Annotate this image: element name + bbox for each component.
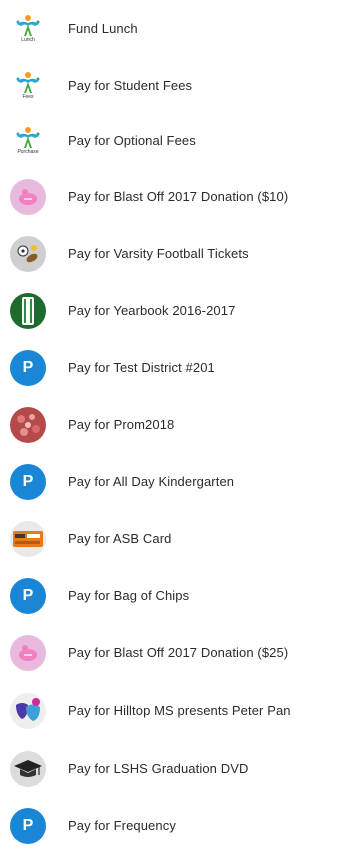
list-item-label: Pay for Test District #201 [68, 360, 215, 375]
list-item-label: Pay for Blast Off 2017 Donation ($25) [68, 645, 289, 660]
masks-icon [10, 692, 46, 729]
school-logo-icon: Fees [10, 68, 46, 104]
sports-balls-icon [10, 235, 46, 272]
asb-card-icon [10, 520, 46, 557]
letter-avatar-icon: P [10, 577, 46, 614]
list-item-label: Pay for Blast Off 2017 Donation ($10) [68, 189, 289, 204]
list-item-yearbook[interactable]: Pay for Yearbook 2016-2017 [0, 282, 345, 339]
list-item-label: Pay for Yearbook 2016-2017 [68, 303, 236, 318]
list-item-label: Pay for ASB Card [68, 531, 172, 546]
list-item-varsity-football[interactable]: Pay for Varsity Football Tickets [0, 225, 345, 282]
avatar-letter: P [10, 349, 46, 386]
yearbook-icon [10, 292, 46, 329]
letter-avatar-icon: P [10, 349, 46, 386]
list-item-bag-of-chips[interactable]: P Pay for Bag of Chips [0, 567, 345, 624]
list-item-graduation-dvd[interactable]: Pay for LSHS Graduation DVD [0, 740, 345, 797]
list-item-label: Pay for Varsity Football Tickets [68, 246, 249, 261]
letter-avatar-icon: P [10, 807, 46, 844]
list-item-label: Pay for Student Fees [68, 78, 193, 93]
list-item-optional-fees[interactable]: Purchase Pay for Optional Fees [0, 112, 345, 169]
avatar-letter: P [10, 463, 46, 500]
list-item-label: Pay for All Day Kindergarten [68, 474, 235, 489]
logo-caption: Purchase [17, 149, 39, 155]
payment-list: Lunch Fund Lunch Fees Pay for Student Fe… [0, 0, 345, 844]
list-item-frequency[interactable]: P Pay for Frequency [0, 797, 345, 854]
list-item-label: Fund Lunch [68, 21, 138, 36]
school-logo-icon: Lunch [10, 11, 46, 47]
list-item-label: Pay for Frequency [68, 818, 176, 833]
pink-piggy-icon [10, 634, 46, 671]
logo-caption: Fees [22, 94, 34, 100]
list-item-prom2018[interactable]: Pay for Prom2018 [0, 396, 345, 453]
list-item-label: Pay for Bag of Chips [68, 588, 190, 603]
school-logo-icon: Purchase [10, 123, 46, 159]
prom-icon [10, 406, 46, 443]
list-item-test-district[interactable]: P Pay for Test District #201 [0, 339, 345, 396]
logo-caption: Lunch [21, 37, 35, 43]
graduation-cap-icon [10, 750, 46, 787]
list-item-kindergarten[interactable]: P Pay for All Day Kindergarten [0, 453, 345, 510]
list-item-asb-card[interactable]: Pay for ASB Card [0, 510, 345, 567]
letter-avatar-icon: P [10, 463, 46, 500]
list-item-label: Pay for Prom2018 [68, 417, 175, 432]
list-item-blast-off-25[interactable]: Pay for Blast Off 2017 Donation ($25) [0, 624, 345, 681]
list-item-blast-off-10[interactable]: Pay for Blast Off 2017 Donation ($10) [0, 168, 345, 225]
list-item-label: Pay for LSHS Graduation DVD [68, 761, 249, 776]
list-item-student-fees[interactable]: Fees Pay for Student Fees [0, 57, 345, 114]
avatar-letter: P [10, 807, 46, 844]
pink-piggy-icon [10, 178, 46, 215]
list-item-label: Pay for Hilltop MS presents Peter Pan [68, 703, 291, 718]
avatar-letter: P [10, 577, 46, 614]
list-item-peter-pan[interactable]: Pay for Hilltop MS presents Peter Pan [0, 682, 345, 739]
list-item-label: Pay for Optional Fees [68, 133, 196, 148]
list-item-fund-lunch[interactable]: Lunch Fund Lunch [0, 0, 345, 57]
